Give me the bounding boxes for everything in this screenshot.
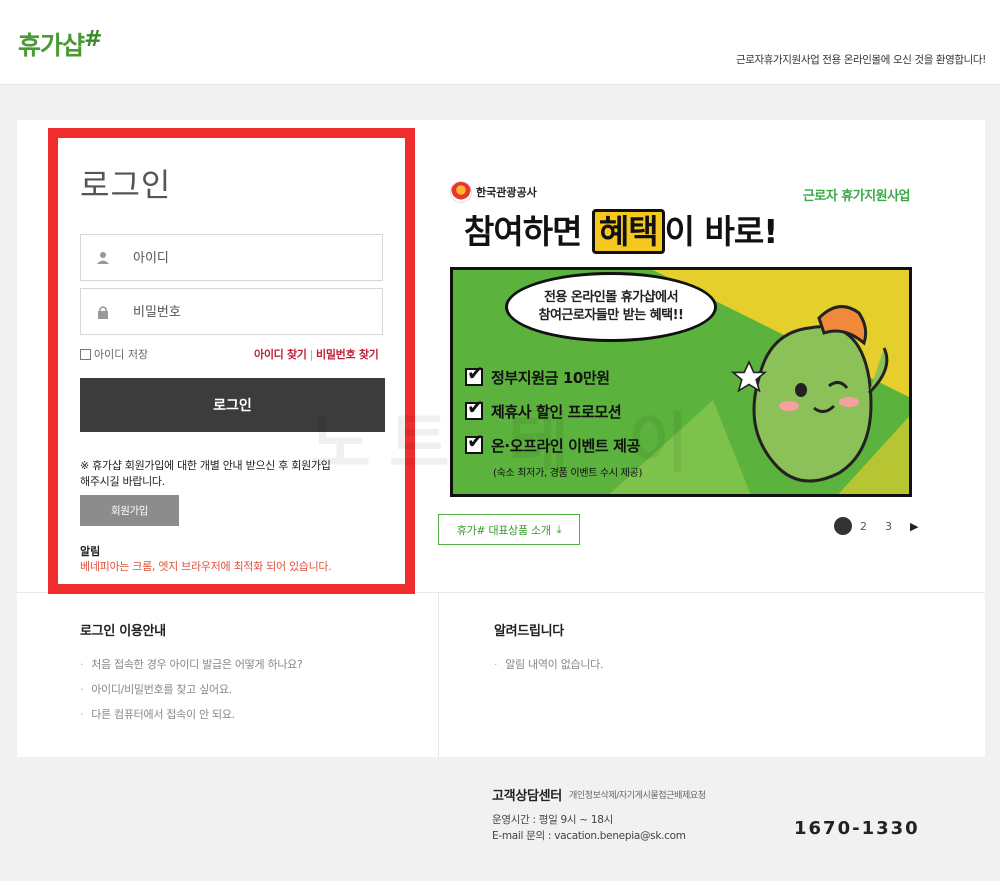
- cs-request-link[interactable]: 개인정보삭제/자기게시물접근배제요청: [569, 788, 706, 801]
- notice-board-list: 알림 내역이 없습니다.: [494, 656, 603, 681]
- join-note: ※ 휴가샵 회원가입에 대한 개별 안내 받으신 후 회원가입 해주시길 바랍니…: [80, 459, 331, 488]
- login-title: 로그인: [80, 166, 172, 204]
- mascot-character-icon: [730, 305, 889, 483]
- save-id-label: 아이디 저장: [94, 348, 149, 361]
- notice-heading: 알림: [80, 545, 101, 558]
- header: 휴가샵# 근로자휴가지원사업 전용 온라인몰에 오신 것을 환영합니다!: [0, 0, 1000, 85]
- save-id-checkbox[interactable]: 아이디 저장: [80, 346, 148, 362]
- banner-headline: 참여하면 혜택 이 바로!: [464, 205, 779, 254]
- login-guide-list: 처음 접속한 경우 아이디 발급은 어떻게 하나요? 아이디/비밀번호를 찾고 …: [80, 656, 303, 731]
- list-item[interactable]: 처음 접속한 경우 아이디 발급은 어떻게 하나요?: [80, 656, 303, 681]
- user-icon: [97, 252, 109, 264]
- cs-title: 고객상담센터: [492, 789, 562, 804]
- id-input[interactable]: [133, 247, 363, 269]
- list-item[interactable]: 다른 컴퓨터에서 접속이 안 되요.: [80, 706, 303, 731]
- pager-active-dot[interactable]: [834, 517, 852, 535]
- password-field[interactable]: [80, 288, 383, 335]
- banner-pager: 2 3 ▶: [834, 517, 918, 535]
- password-input[interactable]: [133, 301, 363, 323]
- banner-panel: 전용 온라인몰 휴가샵에서 참여근로자들만 받는 혜택!! 정부지원금 10만원…: [450, 267, 912, 497]
- benefit-item: 온·오프라인 이벤트 제공: [465, 428, 640, 462]
- product-button-label: 휴가# 대표상품 소개: [456, 523, 551, 537]
- welcome-text: 근로자휴가지원사업 전용 온라인몰에 오신 것을 환영합니다!: [736, 54, 986, 66]
- login-guide-title: 로그인 이용안내: [80, 624, 166, 639]
- speech-bubble: 전용 온라인몰 휴가샵에서 참여근로자들만 받는 혜택!!: [505, 272, 717, 342]
- find-password-link[interactable]: 비밀번호 찾기: [316, 348, 379, 361]
- benefit-item: 정부지원금 10만원: [465, 360, 640, 394]
- bubble-line-1: 전용 온라인몰 휴가샵에서: [543, 290, 679, 305]
- check-icon: [465, 429, 483, 454]
- download-icon: ⤓: [556, 522, 562, 536]
- find-links: 아이디 찾기 | 비밀번호 찾기: [254, 346, 379, 362]
- login-button[interactable]: 로그인: [80, 378, 385, 432]
- benefit-label: 정부지원금 10만원: [491, 368, 610, 387]
- logo[interactable]: 휴가샵#: [18, 26, 102, 62]
- join-button[interactable]: 회원가입: [80, 495, 179, 526]
- divider: [438, 593, 439, 757]
- bubble-line-2: 참여근로자들만 받는 혜택!!: [538, 308, 684, 323]
- lock-icon: [98, 306, 108, 319]
- id-field[interactable]: [80, 234, 383, 281]
- check-icon: [465, 361, 483, 386]
- headline-post: 이 바로!: [664, 212, 779, 251]
- benefit-label: 제휴사 할인 프로모션: [491, 402, 622, 421]
- benefit-label: 온·오프라인 이벤트 제공: [491, 436, 640, 455]
- checkbox-box[interactable]: [80, 348, 91, 360]
- logo-hash: #: [84, 27, 102, 52]
- org-logo: 한국관광공사: [450, 181, 537, 203]
- headline-pre: 참여하면: [464, 212, 592, 251]
- org-name: 한국관광공사: [476, 186, 537, 199]
- find-id-link[interactable]: 아이디 찾기: [254, 348, 307, 361]
- cs-phone: 1670-1330: [794, 818, 920, 839]
- benefit-list: 정부지원금 10만원 제휴사 할인 프로모션 온·오프라인 이벤트 제공: [465, 360, 640, 462]
- benefit-subtext: (숙소 최저가, 경품 이벤트 수시 제공): [493, 468, 643, 479]
- org-emblem-icon: [450, 181, 472, 203]
- notice-board-title: 알려드립니다: [494, 624, 564, 639]
- logo-text: 휴가샵: [18, 31, 85, 60]
- pager-next-icon[interactable]: ▶: [910, 520, 918, 533]
- headline-highlight: 혜택: [591, 209, 665, 254]
- brand-name: 근로자 휴가지원사업: [802, 189, 911, 204]
- pager-page-3[interactable]: 3: [885, 520, 892, 533]
- cs-hours: 운영시간 : 평일 9시 ~ 18시: [492, 814, 613, 826]
- benefit-item: 제휴사 할인 프로모션: [465, 394, 640, 428]
- cs-email: E-mail 문의 : vacation.benepia@sk.com: [492, 830, 686, 842]
- list-item: 알림 내역이 없습니다.: [494, 656, 603, 681]
- list-item[interactable]: 아이디/비밀번호를 찾고 싶어요.: [80, 681, 303, 706]
- product-intro-button[interactable]: 휴가# 대표상품 소개 ⤓: [438, 514, 580, 545]
- notice-text: 베네피아는 크롬, 엣지 브라우저에 최적화 되어 있습니다.: [80, 560, 332, 573]
- link-separator: |: [309, 348, 314, 361]
- promo-banner[interactable]: 한국관광공사 근로자 휴가지원사업 참여하면 혜택 이 바로! 전용 온라인몰 휴…: [450, 175, 912, 497]
- check-icon: [465, 395, 483, 420]
- pager-page-2[interactable]: 2: [860, 520, 867, 533]
